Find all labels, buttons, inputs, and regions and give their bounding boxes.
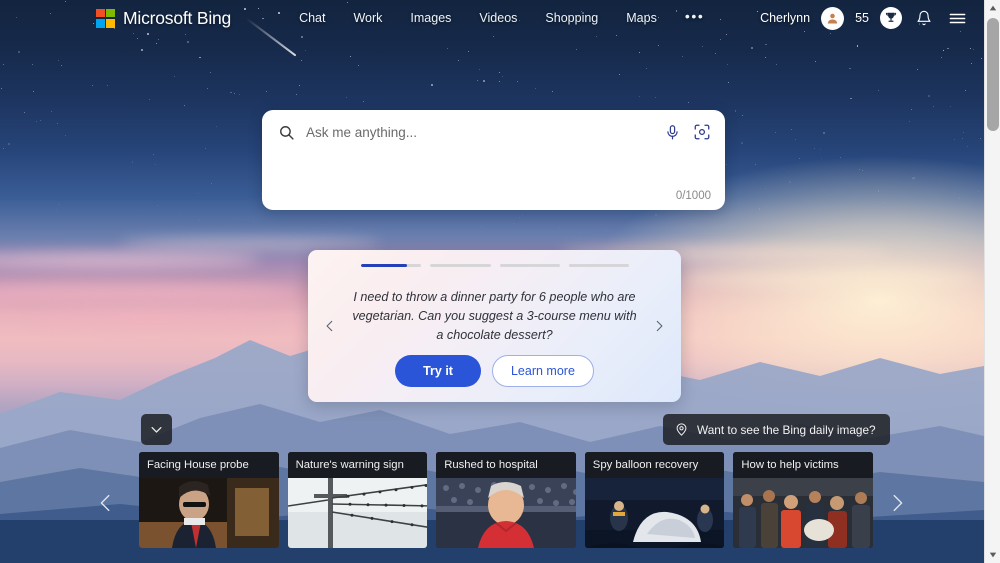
progress-segment-1[interactable] <box>361 264 422 267</box>
news-thumbnail <box>733 478 873 548</box>
triangle-down-icon <box>989 552 997 558</box>
search-box[interactable]: 0/1000 <box>262 110 725 210</box>
search-icon[interactable] <box>278 124 295 141</box>
nav-item-maps[interactable]: Maps <box>612 7 671 29</box>
header-right-cluster: Cherlynn 55 <box>760 6 968 30</box>
bing-logo-link[interactable]: Microsoft Bing <box>96 8 231 29</box>
bing-homepage: Microsoft Bing Chat Work Images Videos S… <box>0 0 1000 563</box>
hamburger-menu-icon <box>949 13 965 23</box>
microphone-icon <box>667 124 678 139</box>
news-title: Rushed to hospital <box>436 452 576 478</box>
menu-button[interactable] <box>946 7 968 29</box>
chevron-right-icon <box>893 494 903 512</box>
news-thumbnail <box>436 478 576 548</box>
microphone-button[interactable] <box>664 124 681 141</box>
thumb-art-crowd-aid <box>733 478 873 548</box>
trophy-icon <box>885 12 897 22</box>
top-header: Microsoft Bing Chat Work Images Videos S… <box>0 0 984 36</box>
suggestion-card: I need to throw a dinner party for 6 peo… <box>308 250 681 402</box>
news-title: Spy balloon recovery <box>584 452 725 478</box>
news-card[interactable]: How to help victims <box>733 452 873 548</box>
news-card[interactable]: Nature's warning sign <box>287 452 428 548</box>
news-card[interactable]: Rushed to hospital <box>436 452 576 548</box>
chevron-left-icon <box>326 320 333 332</box>
news-card[interactable]: Facing House probe <box>139 452 279 548</box>
news-card[interactable]: Spy balloon recovery <box>584 452 725 548</box>
nav-item-chat[interactable]: Chat <box>285 7 339 29</box>
carousel-prev-button[interactable] <box>93 490 119 516</box>
character-counter: 0/1000 <box>675 190 711 202</box>
nav-item-more[interactable]: ••• <box>671 4 719 32</box>
nav-item-videos[interactable]: Videos <box>465 7 531 29</box>
news-thumbnail <box>139 478 279 548</box>
page-scrollbar[interactable] <box>984 0 1000 563</box>
location-pin-icon <box>676 423 687 436</box>
rewards-points[interactable]: 55 <box>855 11 869 25</box>
visual-search-button[interactable] <box>693 123 711 141</box>
search-input[interactable] <box>306 124 664 140</box>
progress-segment-4[interactable] <box>568 264 629 267</box>
primary-nav: Chat Work Images Videos Shopping Maps ••… <box>285 4 718 32</box>
chevron-down-icon <box>151 427 162 433</box>
news-carousel: Facing House probe Nature's warning sign… <box>139 452 873 548</box>
suggestion-text: I need to throw a dinner party for 6 peo… <box>352 290 637 343</box>
try-it-button[interactable]: Try it <box>395 355 481 387</box>
news-title: Nature's warning sign <box>287 452 428 478</box>
news-title: Facing House probe <box>139 452 279 478</box>
thumb-art-congress <box>139 478 279 548</box>
daily-image-prompt[interactable]: Want to see the Bing daily image? <box>663 414 890 445</box>
brand-title: Microsoft Bing <box>123 7 232 28</box>
learn-more-button[interactable]: Learn more <box>491 355 594 387</box>
suggestion-next-button[interactable] <box>648 315 670 337</box>
thumb-art-powerlines <box>287 478 428 548</box>
chevron-right-icon <box>656 320 663 332</box>
microsoft-logo-icon <box>96 8 115 28</box>
news-thumbnail <box>287 478 428 548</box>
scroll-up-button[interactable] <box>985 0 1000 16</box>
notifications-button[interactable] <box>913 7 935 29</box>
collapse-feed-button[interactable] <box>141 414 172 445</box>
suggestion-actions: Try it Learn more <box>308 355 681 387</box>
news-title: How to help victims <box>733 452 873 478</box>
person-icon <box>827 13 838 23</box>
camera-lens-icon <box>694 124 710 140</box>
rewards-trophy-button[interactable] <box>880 7 902 29</box>
nav-item-work[interactable]: Work <box>339 7 396 29</box>
nav-item-images[interactable]: Images <box>396 7 465 29</box>
chevron-left-icon <box>100 494 110 512</box>
progress-segment-3[interactable] <box>499 264 560 267</box>
scrollbar-thumb[interactable] <box>987 18 999 131</box>
nav-item-shopping[interactable]: Shopping <box>531 7 612 29</box>
thumb-art-balloon-recovery <box>584 478 725 548</box>
carousel-next-button[interactable] <box>884 490 910 516</box>
thumb-art-stadium <box>436 478 576 548</box>
triangle-up-icon <box>989 5 997 11</box>
progress-indicators <box>361 264 629 268</box>
user-name[interactable]: Cherlynn <box>760 11 810 25</box>
search-tools <box>664 123 711 141</box>
search-row <box>262 110 725 154</box>
progress-segment-2[interactable] <box>430 264 491 267</box>
bell-icon <box>917 10 931 26</box>
daily-image-label: Want to see the Bing daily image? <box>697 422 876 437</box>
suggestion-prev-button[interactable] <box>319 315 341 337</box>
avatar[interactable] <box>821 6 845 30</box>
scroll-down-button[interactable] <box>985 547 1000 563</box>
news-thumbnail <box>584 478 725 548</box>
